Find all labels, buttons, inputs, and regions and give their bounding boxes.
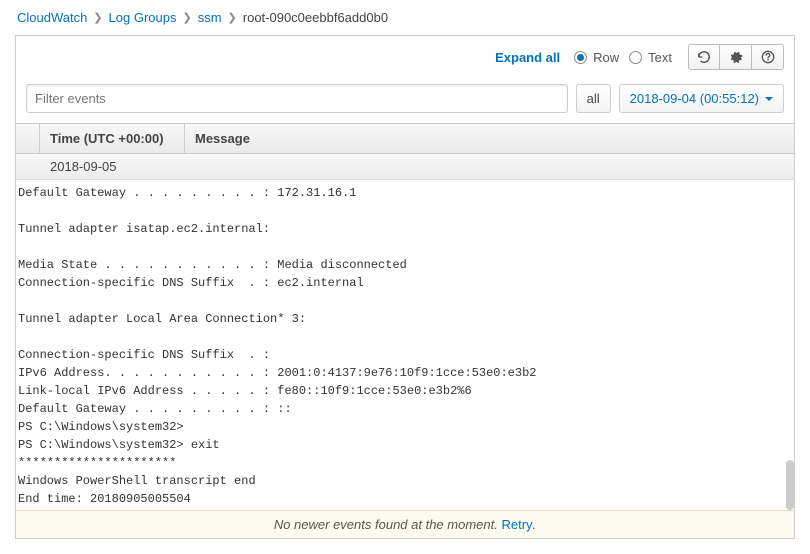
action-buttons (688, 44, 784, 70)
all-filter-button[interactable]: all (576, 84, 611, 113)
log-line (18, 328, 792, 346)
refresh-button[interactable] (688, 44, 720, 70)
breadcrumb-ssm[interactable]: ssm (198, 10, 222, 25)
radio-row-icon (574, 51, 587, 64)
log-line: Tunnel adapter Local Area Connection* 3: (18, 310, 792, 328)
toolbar: Expand all Row Text (16, 36, 794, 78)
breadcrumb: CloudWatch ❯ Log Groups ❯ ssm ❯ root-090… (15, 8, 795, 35)
log-line: Default Gateway . . . . . . . . . : :: (18, 400, 792, 418)
log-line (18, 202, 792, 220)
log-line: PS C:\Windows\system32> exit (18, 436, 792, 454)
view-mode-row[interactable]: Row (574, 50, 619, 65)
text-label: Text (648, 50, 672, 65)
view-mode-text[interactable]: Text (629, 50, 672, 65)
expand-column-header (16, 124, 40, 154)
breadcrumb-loggroups[interactable]: Log Groups (109, 10, 177, 25)
refresh-icon (697, 50, 711, 64)
date-group-row: 2018-09-05 (16, 154, 794, 180)
log-line: Connection-specific DNS Suffix . : ec2.i… (18, 274, 792, 292)
log-line: ********************** (18, 508, 792, 510)
settings-button[interactable] (720, 44, 752, 70)
log-line: End time: 20180905005504 (18, 490, 792, 508)
filter-row: all 2018-09-04 (00:55:12) (16, 78, 794, 123)
radio-text-icon (629, 51, 642, 64)
table-header: Time (UTC +00:00) Message (16, 123, 794, 154)
caret-down-icon (765, 97, 773, 101)
message-column-header: Message (185, 124, 794, 154)
log-line: ********************** (18, 454, 792, 472)
breadcrumb-cloudwatch[interactable]: CloudWatch (17, 10, 87, 25)
log-line: PS C:\Windows\system32> (18, 418, 792, 436)
log-line: Default Gateway . . . . . . . . . : 172.… (18, 184, 792, 202)
footer-message: No newer events found at the moment. Ret… (16, 510, 794, 538)
log-line (18, 238, 792, 256)
time-column-header: Time (UTC +00:00) (40, 124, 185, 154)
breadcrumb-current: root-090c0eebbf6add0b0 (243, 10, 388, 25)
log-line: Tunnel adapter isatap.ec2.internal: (18, 220, 792, 238)
chevron-right-icon: ❯ (93, 11, 102, 24)
help-button[interactable] (752, 44, 784, 70)
chevron-right-icon: ❯ (182, 11, 191, 24)
date-range-button[interactable]: 2018-09-04 (00:55:12) (619, 84, 784, 113)
row-label: Row (593, 50, 619, 65)
gear-icon (729, 50, 743, 64)
filter-events-input[interactable] (26, 84, 568, 113)
expand-all-link[interactable]: Expand all (495, 50, 560, 65)
log-line: IPv6 Address. . . . . . . . . . . : 2001… (18, 364, 792, 382)
log-body[interactable]: Default Gateway . . . . . . . . . : 172.… (16, 180, 794, 510)
chevron-right-icon: ❯ (228, 11, 237, 24)
log-line: Connection-specific DNS Suffix . : (18, 346, 792, 364)
retry-link[interactable]: Retry (501, 517, 532, 532)
date-range-label: 2018-09-04 (00:55:12) (630, 91, 759, 106)
help-icon (761, 50, 775, 64)
log-line: Media State . . . . . . . . . . . : Medi… (18, 256, 792, 274)
log-line (18, 292, 792, 310)
log-line: Link-local IPv6 Address . . . . . : fe80… (18, 382, 792, 400)
footer-text: No newer events found at the moment. (274, 517, 502, 532)
scrollbar-thumb[interactable] (786, 460, 794, 510)
log-panel: Expand all Row Text all 2018-09-04 (00:5… (15, 35, 795, 539)
log-line: Windows PowerShell transcript end (18, 472, 792, 490)
